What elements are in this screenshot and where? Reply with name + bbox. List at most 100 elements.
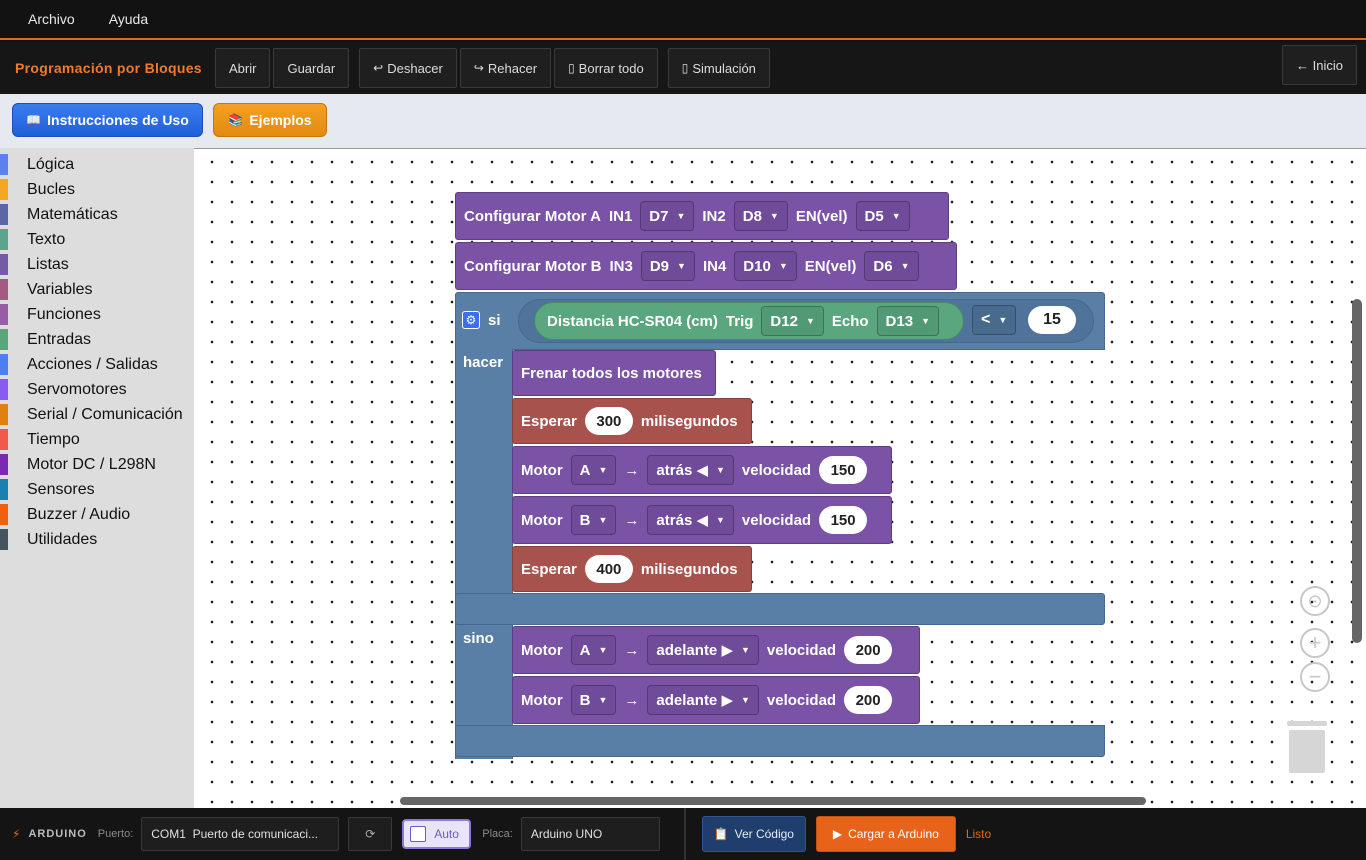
board-select[interactable]: Arduino UNO bbox=[520, 817, 660, 851]
open-label: Abrir bbox=[229, 60, 257, 76]
vertical-scrollbar[interactable] bbox=[1352, 299, 1362, 643]
direction-dropdown[interactable]: adelante ▶ ▼ bbox=[647, 685, 759, 715]
simulation-button[interactable]: ▯ Simulación bbox=[667, 48, 770, 88]
category-item[interactable]: Texto bbox=[0, 227, 194, 252]
open-button[interactable]: Abrir bbox=[215, 48, 271, 88]
menu-archivo[interactable]: Archivo bbox=[16, 11, 87, 27]
operator-dropdown[interactable]: < ▼ bbox=[972, 305, 1017, 335]
home-button[interactable]: ← Inicio bbox=[1282, 45, 1357, 85]
category-item[interactable]: Buzzer / Audio bbox=[0, 502, 194, 527]
category-item[interactable]: Lógica bbox=[0, 152, 194, 177]
center-view-icon[interactable]: ⊙ bbox=[1300, 586, 1330, 616]
trig-pin-dropdown[interactable]: D12 ▼ bbox=[761, 306, 824, 336]
speed-input[interactable]: 200 bbox=[844, 636, 893, 664]
block-title: Motor bbox=[521, 511, 563, 529]
category-item[interactable]: Tiempo bbox=[0, 427, 194, 452]
else-label: sino bbox=[463, 630, 494, 647]
board-label: Placa: bbox=[482, 828, 513, 840]
pin-dropdown[interactable]: D6 ▼ bbox=[864, 251, 919, 281]
dropdown-arrow-icon: ▼ bbox=[715, 465, 725, 475]
pin-dropdown[interactable]: D5 ▼ bbox=[855, 201, 910, 231]
dropdown-arrow-icon: ▼ bbox=[677, 261, 686, 271]
wait-ms-input[interactable]: 400 bbox=[584, 555, 633, 583]
trash-lid bbox=[1287, 721, 1327, 726]
simulation-icon: ▯ bbox=[681, 61, 689, 75]
refresh-ports-button[interactable]: ⟳ bbox=[348, 817, 393, 851]
blocks-workspace[interactable]: Configurar Motor A IN1 D7 ▼ IN2 D8 ▼ EN(ve… bbox=[194, 148, 1366, 808]
dropdown-arrow-icon: ▼ bbox=[598, 465, 608, 475]
pin-dropdown[interactable]: D7 ▼ bbox=[640, 201, 695, 231]
examples-label: Ejemplos bbox=[249, 112, 312, 128]
configure-motor-a-block[interactable]: Configurar Motor A IN1 D7 ▼ IN2 D8 ▼ EN(ve… bbox=[455, 192, 949, 240]
motor-dropdown[interactable]: B ▼ bbox=[570, 685, 617, 715]
block-title: Esperar bbox=[521, 412, 577, 430]
category-color-swatch bbox=[0, 154, 8, 175]
category-item[interactable]: Sensores bbox=[0, 477, 194, 502]
save-button[interactable]: Guardar bbox=[273, 48, 350, 88]
motor-dropdown[interactable]: A ▼ bbox=[570, 455, 617, 485]
stop-motors-block[interactable]: Frenar todos los motores bbox=[512, 350, 716, 396]
category-item[interactable]: Motor DC / L298N bbox=[0, 452, 194, 477]
configure-motor-b-block[interactable]: Configurar Motor B IN3 D9 ▼ IN4 D10 ▼ EN(v… bbox=[455, 242, 957, 290]
category-item[interactable]: Serial / Comunicación bbox=[0, 402, 194, 427]
trash-can-icon[interactable] bbox=[1287, 721, 1327, 773]
direction-dropdown[interactable]: atrás ◀ ▼ bbox=[647, 505, 734, 535]
category-item[interactable]: Servomotores bbox=[0, 377, 194, 402]
redo-button[interactable]: ↪ Rehacer bbox=[459, 48, 552, 88]
category-color-swatch bbox=[0, 254, 8, 275]
undo-button[interactable]: ↩ Deshacer bbox=[359, 48, 457, 88]
category-item[interactable]: Matemáticas bbox=[0, 202, 194, 227]
category-label: Tiempo bbox=[27, 430, 80, 448]
wait-block[interactable]: Esperar 300 milisegundos bbox=[512, 398, 752, 444]
port-select[interactable]: COM1 Puerto de comunicaci... bbox=[141, 817, 340, 851]
motor-dropdown[interactable]: A ▼ bbox=[570, 635, 617, 665]
distance-sensor-block[interactable]: Distancia HC-SR04 (cm) Trig D12 ▼ Echo D1… bbox=[534, 302, 964, 340]
motor-b-backward-block[interactable]: Motor B ▼ → atrás ◀ ▼ velocidad 150 bbox=[512, 496, 892, 544]
dropdown-arrow-icon: ▼ bbox=[921, 316, 930, 326]
category-item[interactable]: Variables bbox=[0, 277, 194, 302]
upload-button[interactable]: ▶ Cargar a Arduino bbox=[815, 816, 956, 852]
motor-a-backward-block[interactable]: Motor A ▼ → atrás ◀ ▼ velocidad 150 bbox=[512, 446, 892, 494]
status-text: Listo bbox=[965, 827, 992, 841]
category-color-swatch bbox=[0, 429, 8, 450]
menu-bar: Archivo Ayuda bbox=[0, 0, 1366, 40]
direction-dropdown[interactable]: adelante ▶ ▼ bbox=[647, 635, 759, 665]
direction-dropdown[interactable]: atrás ◀ ▼ bbox=[647, 455, 734, 485]
lightning-icon: ⚡ bbox=[12, 827, 21, 841]
category-label: Matemáticas bbox=[27, 205, 118, 223]
speed-input[interactable]: 150 bbox=[819, 456, 868, 484]
category-color-swatch bbox=[0, 179, 8, 200]
auto-checkbox[interactable]: Auto bbox=[402, 819, 472, 849]
motor-b-forward-block[interactable]: Motor B ▼ → adelante ▶ ▼ velocidad 200 bbox=[512, 676, 920, 724]
echo-pin-dropdown[interactable]: D13 ▼ bbox=[876, 306, 939, 336]
category-item[interactable]: Entradas bbox=[0, 327, 194, 352]
menu-ayuda[interactable]: Ayuda bbox=[97, 11, 160, 27]
zoom-in-icon[interactable]: + bbox=[1300, 628, 1330, 658]
view-code-button[interactable]: 📋 Ver Código bbox=[701, 816, 806, 852]
category-label: Motor DC / L298N bbox=[27, 455, 156, 473]
category-item[interactable]: Funciones bbox=[0, 302, 194, 327]
instructions-button[interactable]: 📖 Instrucciones de Uso bbox=[12, 103, 203, 137]
checkbox-box bbox=[410, 826, 427, 842]
if-else-middle-arm bbox=[455, 593, 1105, 625]
horizontal-scrollbar[interactable] bbox=[400, 797, 1146, 805]
speed-input[interactable]: 150 bbox=[819, 506, 868, 534]
gear-icon[interactable]: ⚙ bbox=[462, 311, 480, 329]
clear-all-button[interactable]: ▯ Borrar todo bbox=[554, 48, 658, 88]
wait-block[interactable]: Esperar 400 milisegundos bbox=[512, 546, 752, 592]
speed-input[interactable]: 200 bbox=[844, 686, 893, 714]
threshold-input[interactable]: 15 bbox=[1028, 306, 1076, 334]
category-item[interactable]: Listas bbox=[0, 252, 194, 277]
examples-button[interactable]: 📚 Ejemplos bbox=[213, 103, 327, 137]
wait-ms-input[interactable]: 300 bbox=[584, 407, 633, 435]
motor-dropdown[interactable]: B ▼ bbox=[570, 505, 617, 535]
dropdown-value: D7 bbox=[649, 207, 669, 225]
zoom-out-icon[interactable]: − bbox=[1300, 662, 1330, 692]
category-item[interactable]: Acciones / Salidas bbox=[0, 352, 194, 377]
motor-a-forward-block[interactable]: Motor A ▼ → adelante ▶ ▼ velocidad 200 bbox=[512, 626, 920, 674]
category-item[interactable]: Bucles bbox=[0, 177, 194, 202]
pin-dropdown[interactable]: D8 ▼ bbox=[733, 201, 788, 231]
pin-dropdown[interactable]: D10 ▼ bbox=[734, 251, 797, 281]
category-item[interactable]: Utilidades bbox=[0, 527, 194, 552]
pin-dropdown[interactable]: D9 ▼ bbox=[640, 251, 695, 281]
